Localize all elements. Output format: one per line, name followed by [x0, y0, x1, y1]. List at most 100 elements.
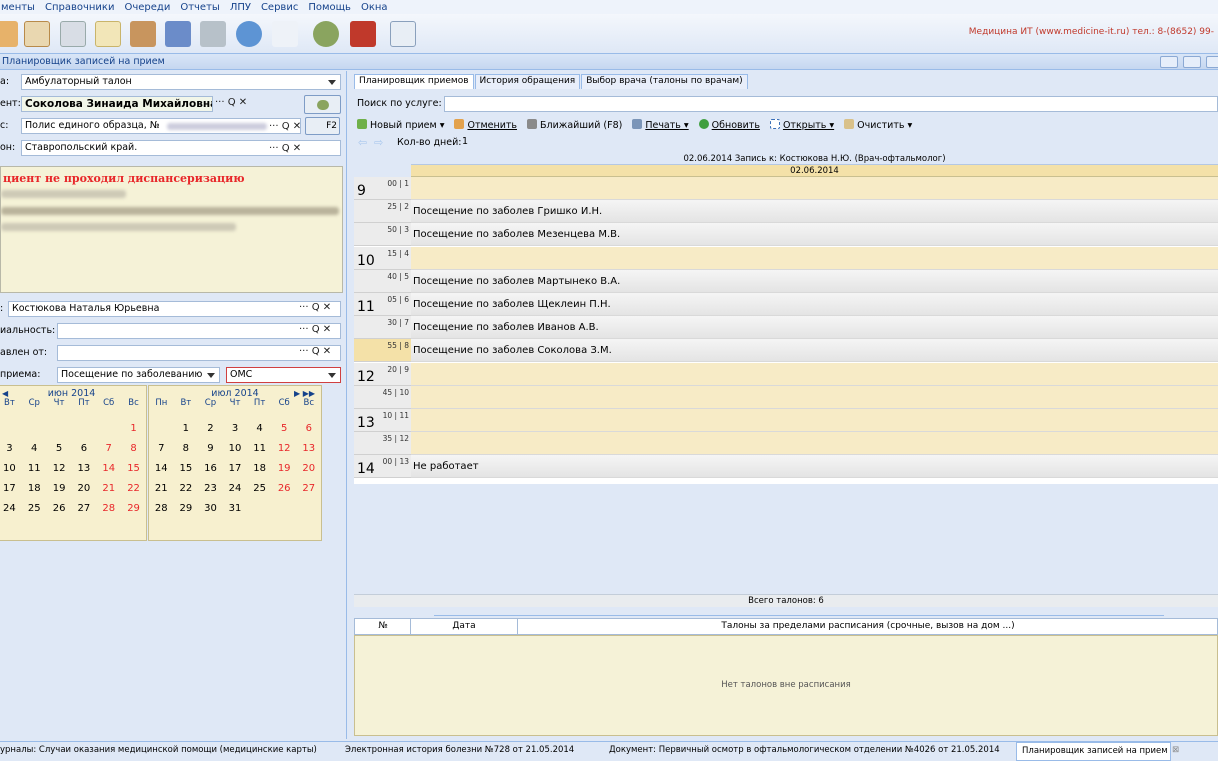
print-button[interactable]: Печать ▾	[632, 119, 689, 131]
calendar-day[interactable]: 3	[0, 439, 22, 459]
schedule-slot[interactable]	[411, 246, 1218, 270]
menu-help[interactable]: Помощь	[307, 2, 352, 13]
calendar-day[interactable]: 9	[198, 439, 223, 459]
calendar-day[interactable]: 13	[71, 459, 96, 479]
calendar-day[interactable]: 29	[174, 499, 199, 519]
status-journals[interactable]: урналы: Случаи оказания медицинской помо…	[0, 742, 317, 759]
calendar-day[interactable]: 10	[0, 459, 22, 479]
close-button[interactable]	[1206, 56, 1218, 68]
policy-input[interactable]: Полис единого образца, №	[21, 118, 301, 134]
calendar-day[interactable]: 17	[223, 459, 248, 479]
calendar-day[interactable]: 12	[47, 459, 72, 479]
calendar-day[interactable]: 2	[198, 419, 223, 439]
calendar-day[interactable]: 13	[296, 439, 321, 459]
calendar-day[interactable]: 22	[174, 479, 199, 499]
calendar-day[interactable]: 19	[47, 479, 72, 499]
patient-input[interactable]: Соколова Зинаида Михайловна	[21, 96, 213, 112]
panel-splitter[interactable]	[346, 71, 354, 739]
calendar-day[interactable]: 26	[47, 499, 72, 519]
calendar-day[interactable]: 28	[96, 499, 121, 519]
specialty-lookup-buttons[interactable]: ··· Q ✕	[299, 323, 331, 339]
book-icon[interactable]	[350, 21, 376, 47]
service-search-input[interactable]	[444, 96, 1218, 112]
calendar-day[interactable]: 7	[149, 439, 174, 459]
schedule-slot[interactable]	[411, 432, 1218, 456]
calendar-day[interactable]: 15	[121, 459, 146, 479]
days-spinner[interactable]: 1	[459, 135, 546, 151]
f2-button[interactable]: F2	[305, 117, 340, 135]
schedule-slot[interactable]: Не работает	[411, 455, 1218, 479]
calendar-day[interactable]: 28	[149, 499, 174, 519]
calendar-day[interactable]: 17	[0, 479, 22, 499]
calendar-day[interactable]: 11	[22, 459, 47, 479]
schedule-slot[interactable]: Посещение по заболев Соколова З.М.	[411, 339, 1218, 363]
minimize-button[interactable]	[1160, 56, 1178, 68]
user-icon[interactable]	[0, 21, 18, 47]
schedule-slot[interactable]: Посещение по заболев Иванов А.В.	[411, 316, 1218, 340]
calendar-day[interactable]: 25	[22, 499, 47, 519]
region-lookup-buttons[interactable]: ··· Q ✕	[269, 142, 301, 158]
calendar-day[interactable]: 8	[174, 439, 199, 459]
patient-card-button[interactable]	[304, 95, 341, 114]
calendar-day[interactable]: 23	[198, 479, 223, 499]
calendar-day[interactable]: 6	[71, 439, 96, 459]
building-icon[interactable]	[165, 21, 191, 47]
schedule-slot[interactable]	[411, 177, 1218, 200]
calendar-day[interactable]: 24	[223, 479, 248, 499]
menu-reports[interactable]: Отчеты	[179, 2, 220, 13]
home-icon[interactable]	[130, 21, 156, 47]
calendar-day[interactable]: 1	[174, 419, 199, 439]
globe-icon[interactable]	[236, 21, 262, 47]
calendar-day[interactable]: 7	[96, 439, 121, 459]
menu-service[interactable]: Сервис	[260, 2, 299, 13]
calendar-day[interactable]: 10	[223, 439, 248, 459]
forward-arrow-icon[interactable]: ⇨	[374, 136, 383, 149]
tools-icon[interactable]	[200, 21, 226, 47]
calendar-day[interactable]: 11	[247, 439, 272, 459]
calendar-day[interactable]: 22	[121, 479, 146, 499]
calendar-day[interactable]: 14	[96, 459, 121, 479]
patient-lookup-buttons[interactable]: ··· Q ✕	[215, 96, 247, 112]
document-icon[interactable]	[95, 21, 121, 47]
calendar-day[interactable]: 31	[223, 499, 248, 519]
payment-select[interactable]: ОМС	[226, 367, 341, 383]
schedule-slot[interactable]: Посещение по заболев Мартынеко В.А.	[411, 269, 1218, 293]
calendar-day[interactable]: 4	[247, 419, 272, 439]
schedule-slot[interactable]: Посещение по заболев Мезенцева М.В.	[411, 223, 1218, 247]
col-number[interactable]: №	[363, 619, 403, 634]
menu-lpu[interactable]: ЛПУ	[229, 2, 252, 13]
calendar-day[interactable]: 8	[121, 439, 146, 459]
calendar-day[interactable]: 5	[272, 419, 297, 439]
arrow-icon[interactable]	[272, 21, 298, 47]
menu-journals[interactable]: менты	[0, 2, 36, 13]
col-title[interactable]: Талоны за пределами расписания (срочные,…	[518, 619, 1218, 634]
schedule-clock-icon[interactable]	[390, 21, 416, 47]
visit-type-select[interactable]: Посещение по заболеванию	[57, 367, 220, 383]
clear-button[interactable]: Очистить ▾	[844, 119, 912, 131]
status-ehr[interactable]: Электронная история болезни №728 от 21.0…	[345, 742, 574, 759]
tab-history[interactable]: История обращения	[474, 74, 581, 89]
open-button[interactable]: Открыть ▾	[769, 119, 834, 131]
doctor-lookup-buttons[interactable]: ··· Q ✕	[299, 301, 331, 317]
calendar-day[interactable]: 29	[121, 499, 146, 519]
tab-scheduler[interactable]: Планировщик приемов	[354, 74, 474, 89]
cancel-button[interactable]: Отменить	[454, 119, 517, 131]
schedule-slot[interactable]	[411, 409, 1218, 432]
calendar-day[interactable]: 19	[272, 459, 297, 479]
collapse-bar[interactable]	[434, 608, 1164, 616]
sent-from-lookup-buttons[interactable]: ··· Q ✕	[299, 345, 331, 361]
col-date[interactable]: Дата	[410, 619, 518, 634]
form-select[interactable]: Амбулаторный талон	[21, 74, 341, 90]
restore-button[interactable]	[1183, 56, 1201, 68]
schedule-slot[interactable]: Посещение по заболев Щеклеин П.Н.	[411, 293, 1218, 316]
back-arrow-icon[interactable]: ⇦	[358, 136, 367, 149]
close-tab-icon[interactable]: ⊠	[1172, 742, 1179, 759]
calendar-day[interactable]: 15	[174, 459, 199, 479]
calendar-day[interactable]: 30	[198, 499, 223, 519]
calendar-day[interactable]: 20	[71, 479, 96, 499]
users-icon[interactable]	[313, 21, 339, 47]
schedule-slot[interactable]	[411, 385, 1218, 409]
calendar-day[interactable]: 5	[47, 439, 72, 459]
calendar-day[interactable]: 21	[96, 479, 121, 499]
prev-month-icon[interactable]: ◀	[2, 389, 8, 398]
